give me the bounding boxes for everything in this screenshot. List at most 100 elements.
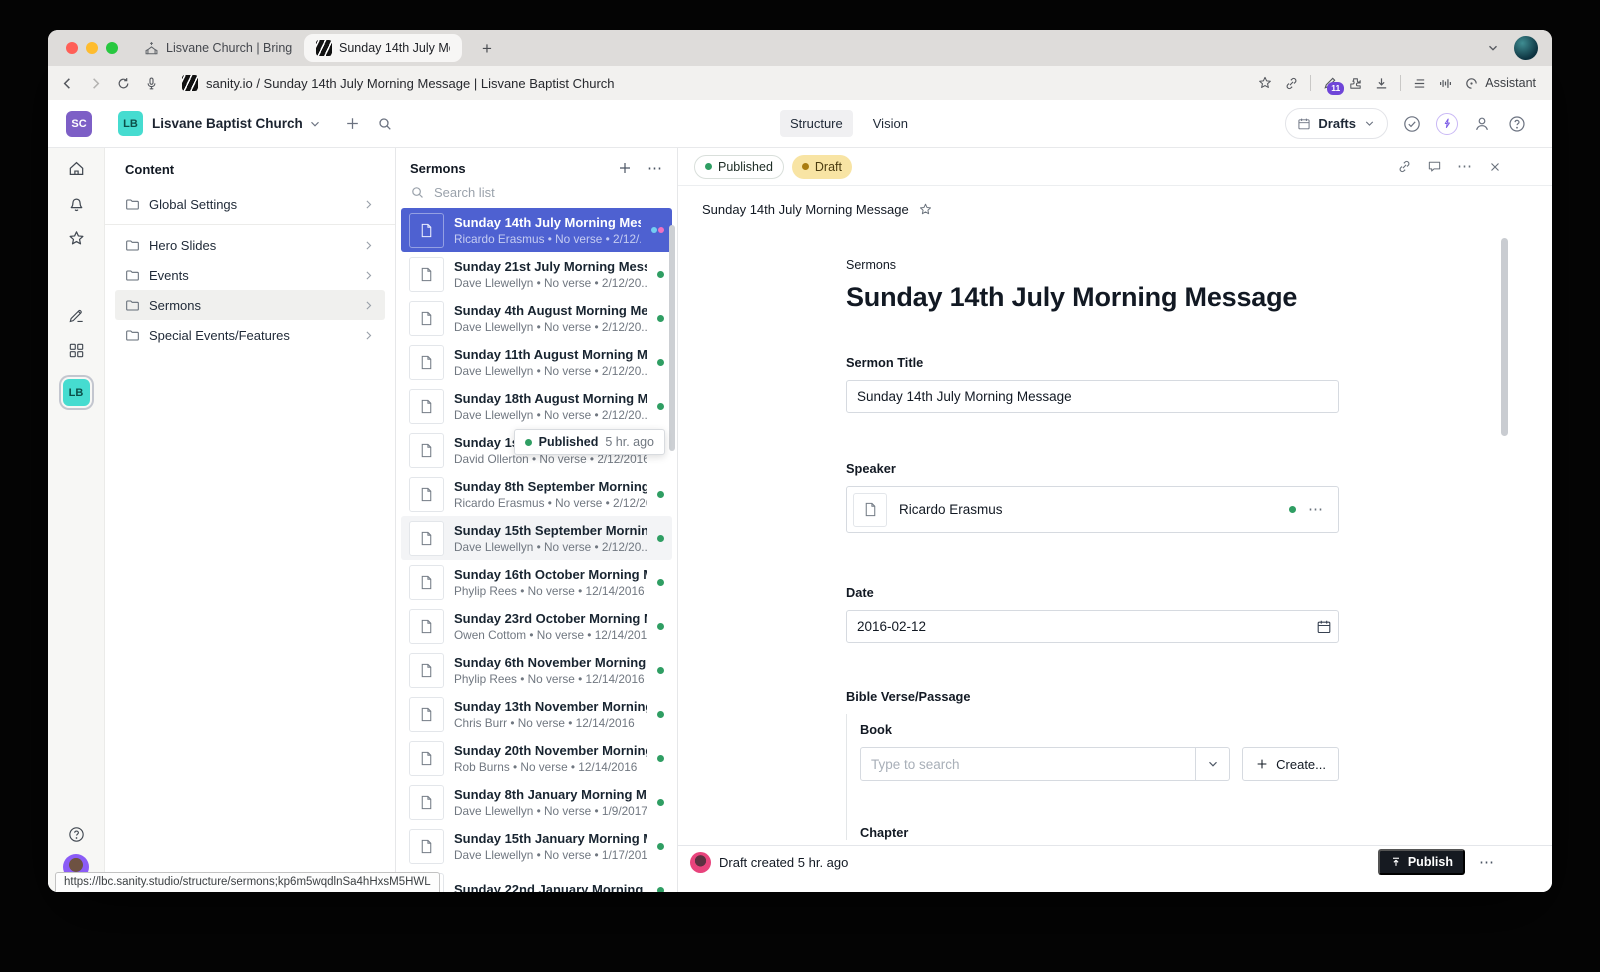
speaker-menu-button[interactable]: ⋯ xyxy=(1308,502,1324,517)
browser-tab-lisvane[interactable]: Lisvane Church | Bringing Li xyxy=(132,34,304,62)
sermon-list-item[interactable]: Sunday 20th November Morning M... Rob Bu… xyxy=(401,736,672,780)
sync-status-icon[interactable] xyxy=(1401,113,1423,135)
content-list-item[interactable]: Sermons xyxy=(115,290,385,320)
tab-vision[interactable]: Vision xyxy=(863,110,918,137)
published-chip-label: Published xyxy=(718,160,773,174)
book-search-input[interactable] xyxy=(860,747,1196,781)
share-link-icon[interactable] xyxy=(1284,76,1299,91)
forward-button[interactable] xyxy=(88,76,103,91)
add-sermon-button[interactable] xyxy=(617,160,633,176)
extensions-puzzle-icon[interactable] xyxy=(1348,76,1363,91)
create-button-label: Create... xyxy=(1276,757,1326,772)
list-panel-title: Sermons xyxy=(410,161,466,176)
back-button[interactable] xyxy=(60,76,75,91)
user-presence-icon[interactable] xyxy=(1471,113,1493,135)
document-heading: Sunday 14th July Morning Message xyxy=(846,282,1339,313)
content-list-item[interactable]: Events xyxy=(115,260,385,290)
download-icon[interactable] xyxy=(1374,76,1389,91)
content-list-item[interactable]: Hero Slides xyxy=(115,230,385,260)
publish-button[interactable]: Publish xyxy=(1378,849,1465,875)
org-badge[interactable]: SC xyxy=(66,111,92,137)
speaker-reference-card[interactable]: Ricardo Erasmus ⋯ xyxy=(846,486,1339,533)
sermon-list-item[interactable]: Sunday 4th August Morning Message Dave L… xyxy=(401,296,672,340)
content-list-item[interactable]: Special Events/Features xyxy=(115,320,385,350)
workspace-name[interactable]: Lisvane Baptist Church xyxy=(152,116,303,131)
sermon-list-item[interactable]: Sunday 22nd January Morning Mes... xyxy=(401,868,672,892)
sermon-list-item[interactable]: Sunday 23rd October Morning Mes... Owen … xyxy=(401,604,672,648)
notifications-bell-icon[interactable] xyxy=(66,193,86,213)
sermon-list-item[interactable]: Sunday 16th October Morning Mess... Phyl… xyxy=(401,560,672,604)
zoom-window-button[interactable] xyxy=(106,42,118,54)
date-input[interactable] xyxy=(846,610,1339,643)
browser-tab-strip: Lisvane Church | Bringing Li Sunday 14th… xyxy=(48,30,1552,66)
tooltip-label: Published xyxy=(539,435,599,449)
favorites-star-icon[interactable] xyxy=(66,228,86,248)
search-input[interactable] xyxy=(434,185,663,200)
home-icon[interactable] xyxy=(66,158,86,178)
perspective-selector[interactable]: Drafts xyxy=(1285,108,1388,139)
list-search[interactable] xyxy=(410,180,663,204)
assistant-button[interactable]: Assistant xyxy=(1464,76,1536,91)
comments-icon[interactable] xyxy=(1427,159,1442,174)
sermon-list-item[interactable]: Sunday 15th January Morning Mess... Dave… xyxy=(401,824,672,868)
search-button[interactable] xyxy=(377,116,393,132)
sermon-subtitle: Chris Burr • No verse • 12/14/2016 xyxy=(454,716,647,730)
list-menu-button[interactable]: ⋯ xyxy=(647,161,663,176)
sermon-list-item[interactable]: Sunday 14th July Morning Message Ricardo… xyxy=(401,208,672,252)
sermon-list-item[interactable]: Sunday 21st July Morning Message Dave Ll… xyxy=(401,252,672,296)
ai-assist-icon[interactable] xyxy=(1436,113,1458,135)
workspace-chevron-icon[interactable] xyxy=(308,117,322,131)
copy-link-icon[interactable] xyxy=(1397,159,1412,174)
new-tab-button[interactable]: + xyxy=(476,38,498,59)
sermon-title: Sunday 6th November Morning Mes... xyxy=(454,655,647,670)
sermon-title-input[interactable] xyxy=(846,380,1339,413)
sermon-list-item[interactable]: Sunday 13th November Morning Me... Chris… xyxy=(401,692,672,736)
calendar-icon[interactable] xyxy=(1316,619,1332,635)
sermon-list-item[interactable]: Sunday 8th January Morning Mess... Dave … xyxy=(401,780,672,824)
browser-tab-sanity[interactable]: Sunday 14th July Morning M xyxy=(304,34,462,62)
sermon-subtitle: Phylip Rees • No verse • 12/14/2016 xyxy=(454,584,647,598)
workspace-badge[interactable]: LB xyxy=(118,111,143,136)
editor-scrollbar[interactable] xyxy=(1501,238,1508,436)
sermon-subtitle: Dave Llewellyn • No verse • 2/12/20... xyxy=(454,408,647,422)
close-window-button[interactable] xyxy=(66,42,78,54)
sermon-list-item[interactable]: Sunday 8th September Morning Me... Ricar… xyxy=(401,472,672,516)
browser-profile-avatar[interactable] xyxy=(1514,36,1538,60)
sermon-list-item[interactable]: Sunday 6th November Morning Mes... Phyli… xyxy=(401,648,672,692)
document-menu-button[interactable]: ⋯ xyxy=(1457,159,1473,174)
reading-list-icon[interactable] xyxy=(1412,76,1427,91)
help-icon[interactable] xyxy=(1506,113,1528,135)
create-book-button[interactable]: Create... xyxy=(1242,747,1339,781)
extension-icon[interactable]: 11 xyxy=(1322,76,1337,91)
document-icon xyxy=(409,653,444,688)
sermon-list-item[interactable]: Sunday 11th August Morning Messa... Dave… xyxy=(401,340,672,384)
rail-workspace-badge[interactable]: LB xyxy=(63,379,90,406)
draft-chip[interactable]: Draft xyxy=(792,155,852,179)
folder-icon xyxy=(125,197,140,212)
new-document-button[interactable] xyxy=(344,115,361,132)
rail-help-icon[interactable] xyxy=(66,824,86,844)
address-bar[interactable]: sanity.io / Sunday 14th July Morning Mes… xyxy=(172,75,1244,91)
waveform-icon[interactable] xyxy=(1438,76,1453,91)
list-scrollbar[interactable] xyxy=(669,225,675,451)
content-list-item[interactable]: Global Settings xyxy=(115,189,385,219)
reload-button[interactable] xyxy=(116,76,131,91)
footer-menu-button[interactable]: ⋯ xyxy=(1479,853,1495,871)
tab-structure[interactable]: Structure xyxy=(780,110,853,137)
sermon-title: Sunday 18th August Morning Messa... xyxy=(454,391,647,406)
close-pane-icon[interactable] xyxy=(1488,160,1502,174)
minimize-window-button[interactable] xyxy=(86,42,98,54)
published-chip[interactable]: Published xyxy=(694,155,784,179)
bookmark-star-icon[interactable] xyxy=(1257,75,1273,91)
compose-icon[interactable] xyxy=(66,305,86,325)
content-panel-title: Content xyxy=(115,148,385,189)
draft-dot-icon xyxy=(802,163,809,170)
sermon-list-item[interactable]: Sunday 18th August Morning Messa... Dave… xyxy=(401,384,672,428)
published-status-dot xyxy=(657,711,664,718)
tab-search-chevron-icon[interactable] xyxy=(1486,41,1500,55)
microphone-icon[interactable] xyxy=(144,76,159,91)
book-dropdown-button[interactable] xyxy=(1196,747,1230,781)
favorite-star-icon[interactable] xyxy=(918,202,933,217)
sermon-list-item[interactable]: Sunday 15th September Morning M... Dave … xyxy=(401,516,672,560)
apps-grid-icon[interactable] xyxy=(66,340,86,360)
